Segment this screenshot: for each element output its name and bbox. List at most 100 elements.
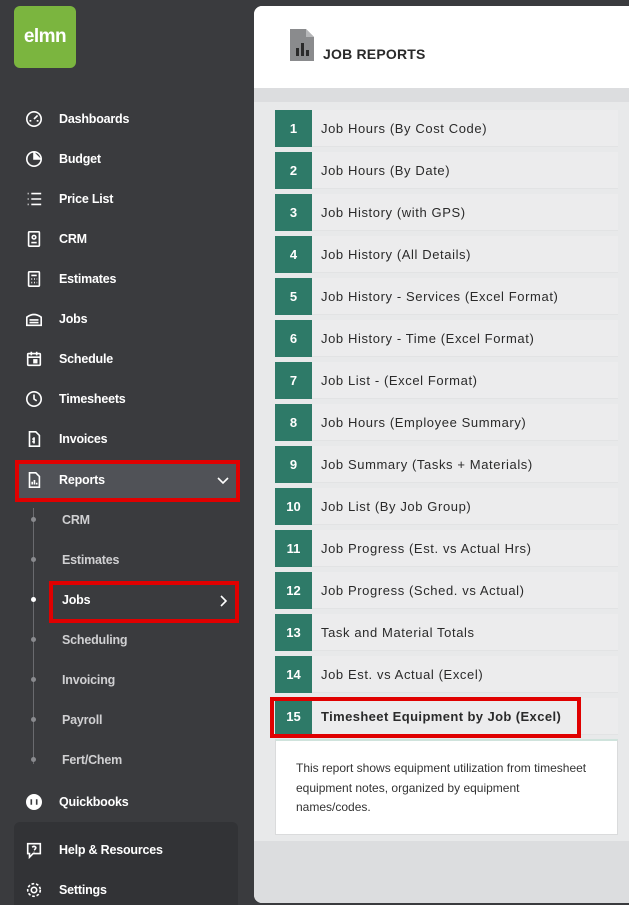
report-row[interactable]: 4 Job History (All Details) bbox=[275, 236, 618, 273]
sidebar-subitem-crm[interactable]: CRM bbox=[62, 513, 90, 527]
chevron-right-icon[interactable] bbox=[219, 594, 229, 608]
sidebar: elmn Dashboards Budget Price List CRM Es… bbox=[0, 0, 254, 905]
sidebar-item-reports[interactable]: Reports bbox=[24, 468, 234, 492]
quickbooks-icon bbox=[24, 792, 44, 812]
report-description: This report shows equipment utilization … bbox=[275, 739, 618, 835]
report-list: 1 Job Hours (By Cost Code) 2 Job Hours (By … bbox=[275, 110, 618, 740]
report-name: Timesheet Equipment by Job (Excel) bbox=[312, 698, 618, 735]
report-number: 10 bbox=[275, 488, 312, 525]
report-number: 12 bbox=[275, 572, 312, 609]
header-divider bbox=[254, 88, 629, 102]
report-number: 9 bbox=[275, 446, 312, 483]
submenu-dot bbox=[31, 557, 36, 562]
sidebar-item-label: Invoices bbox=[59, 432, 108, 446]
calendar-icon bbox=[24, 349, 44, 369]
report-row[interactable]: 1 Job Hours (By Cost Code) bbox=[275, 110, 618, 147]
sidebar-item-label: Price List bbox=[59, 192, 114, 206]
report-row[interactable]: 8 Job Hours (Employee Summary) bbox=[275, 404, 618, 441]
report-name: Job History (with GPS) bbox=[312, 194, 618, 231]
report-number: 11 bbox=[275, 530, 312, 567]
sidebar-subitem-fert-chem[interactable]: Fert/Chem bbox=[62, 753, 122, 767]
sidebar-item-label: Schedule bbox=[59, 352, 113, 366]
footer-bar bbox=[254, 841, 629, 903]
page-header: JOB REPORTS bbox=[254, 6, 629, 88]
submenu-dot bbox=[31, 517, 36, 522]
report-row[interactable]: 14 Job Est. vs Actual (Excel) bbox=[275, 656, 618, 693]
sidebar-item-price-list[interactable]: Price List bbox=[24, 187, 234, 211]
pie-chart-icon bbox=[24, 149, 44, 169]
logo-text: elmn bbox=[23, 26, 67, 47]
sidebar-subitem-scheduling[interactable]: Scheduling bbox=[62, 633, 128, 647]
sidebar-item-estimates[interactable]: Estimates bbox=[24, 267, 234, 291]
sidebar-subitem-invoicing[interactable]: Invoicing bbox=[62, 673, 115, 687]
report-name: Job Progress (Sched. vs Actual) bbox=[312, 572, 618, 609]
sidebar-subitem-estimates[interactable]: Estimates bbox=[62, 553, 119, 567]
sidebar-item-quickbooks[interactable]: Quickbooks bbox=[24, 790, 234, 814]
sidebar-item-invoices[interactable]: Invoices bbox=[24, 427, 234, 451]
sidebar-item-label: Help & Resources bbox=[59, 843, 163, 857]
sidebar-item-jobs[interactable]: Jobs bbox=[24, 307, 234, 331]
calculator-icon bbox=[24, 269, 44, 289]
sidebar-subitem-jobs[interactable]: Jobs bbox=[62, 593, 91, 607]
report-name: Job Hours (Employee Summary) bbox=[312, 404, 618, 441]
report-number: 7 bbox=[275, 362, 312, 399]
report-icon bbox=[24, 470, 44, 490]
sidebar-item-schedule[interactable]: Schedule bbox=[24, 347, 234, 371]
report-row[interactable]: 11 Job Progress (Est. vs Actual Hrs) bbox=[275, 530, 618, 567]
report-row[interactable]: 7 Job List - (Excel Format) bbox=[275, 362, 618, 399]
report-row[interactable]: 6 Job History - Time (Excel Format) bbox=[275, 320, 618, 357]
report-number: 15 bbox=[275, 698, 312, 735]
report-name: Job History - Time (Excel Format) bbox=[312, 320, 618, 357]
report-name: Job History (All Details) bbox=[312, 236, 618, 273]
report-row[interactable]: 3 Job History (with GPS) bbox=[275, 194, 618, 231]
sidebar-subitem-payroll[interactable]: Payroll bbox=[62, 713, 102, 727]
report-name: Job Progress (Est. vs Actual Hrs) bbox=[312, 530, 618, 567]
report-row[interactable]: 9 Job Summary (Tasks + Materials) bbox=[275, 446, 618, 483]
report-name: Job Hours (By Cost Code) bbox=[312, 110, 618, 147]
report-description-text: This report shows equipment utilization … bbox=[296, 761, 587, 814]
report-document-icon bbox=[290, 29, 314, 61]
sidebar-item-label: Settings bbox=[59, 883, 107, 897]
sidebar-item-crm[interactable]: CRM bbox=[24, 227, 234, 251]
submenu-dot bbox=[31, 757, 36, 762]
contact-icon bbox=[24, 229, 44, 249]
report-name: Job Est. vs Actual (Excel) bbox=[312, 656, 618, 693]
elmn-logo[interactable]: elmn bbox=[14, 6, 76, 68]
report-row[interactable]: 15 Timesheet Equipment by Job (Excel) bbox=[275, 698, 618, 735]
sidebar-item-label: Reports bbox=[59, 473, 105, 487]
sidebar-item-label: Quickbooks bbox=[59, 795, 129, 809]
report-row[interactable]: 2 Job Hours (By Date) bbox=[275, 152, 618, 189]
sidebar-item-timesheets[interactable]: Timesheets bbox=[24, 387, 234, 411]
invoice-icon bbox=[24, 429, 44, 449]
sidebar-item-budget[interactable]: Budget bbox=[24, 147, 234, 171]
chevron-down-icon[interactable] bbox=[216, 476, 230, 486]
clock-icon bbox=[24, 389, 44, 409]
report-name: Job Hours (By Date) bbox=[312, 152, 618, 189]
report-number: 2 bbox=[275, 152, 312, 189]
submenu-dot bbox=[31, 717, 36, 722]
report-name: Task and Material Totals bbox=[312, 614, 618, 651]
dashboard-icon bbox=[24, 109, 44, 129]
sidebar-item-label: Budget bbox=[59, 152, 101, 166]
report-number: 14 bbox=[275, 656, 312, 693]
report-number: 5 bbox=[275, 278, 312, 315]
help-icon bbox=[24, 840, 44, 860]
sidebar-item-help[interactable]: Help & Resources bbox=[24, 838, 234, 862]
truck-icon bbox=[24, 309, 44, 329]
sidebar-item-label: Timesheets bbox=[59, 392, 126, 406]
report-number: 4 bbox=[275, 236, 312, 273]
gear-icon bbox=[24, 880, 44, 900]
report-row[interactable]: 13 Task and Material Totals bbox=[275, 614, 618, 651]
report-row[interactable]: 5 Job History - Services (Excel Format) bbox=[275, 278, 618, 315]
report-number: 6 bbox=[275, 320, 312, 357]
report-name: Job List (By Job Group) bbox=[312, 488, 618, 525]
report-name: Job Summary (Tasks + Materials) bbox=[312, 446, 618, 483]
submenu-dot-active bbox=[31, 597, 36, 602]
report-row[interactable]: 10 Job List (By Job Group) bbox=[275, 488, 618, 525]
report-row[interactable]: 12 Job Progress (Sched. vs Actual) bbox=[275, 572, 618, 609]
sidebar-item-settings[interactable]: Settings bbox=[24, 878, 234, 902]
report-number: 1 bbox=[275, 110, 312, 147]
sidebar-item-dashboards[interactable]: Dashboards bbox=[24, 107, 234, 131]
page-title: JOB REPORTS bbox=[323, 46, 426, 62]
report-number: 3 bbox=[275, 194, 312, 231]
